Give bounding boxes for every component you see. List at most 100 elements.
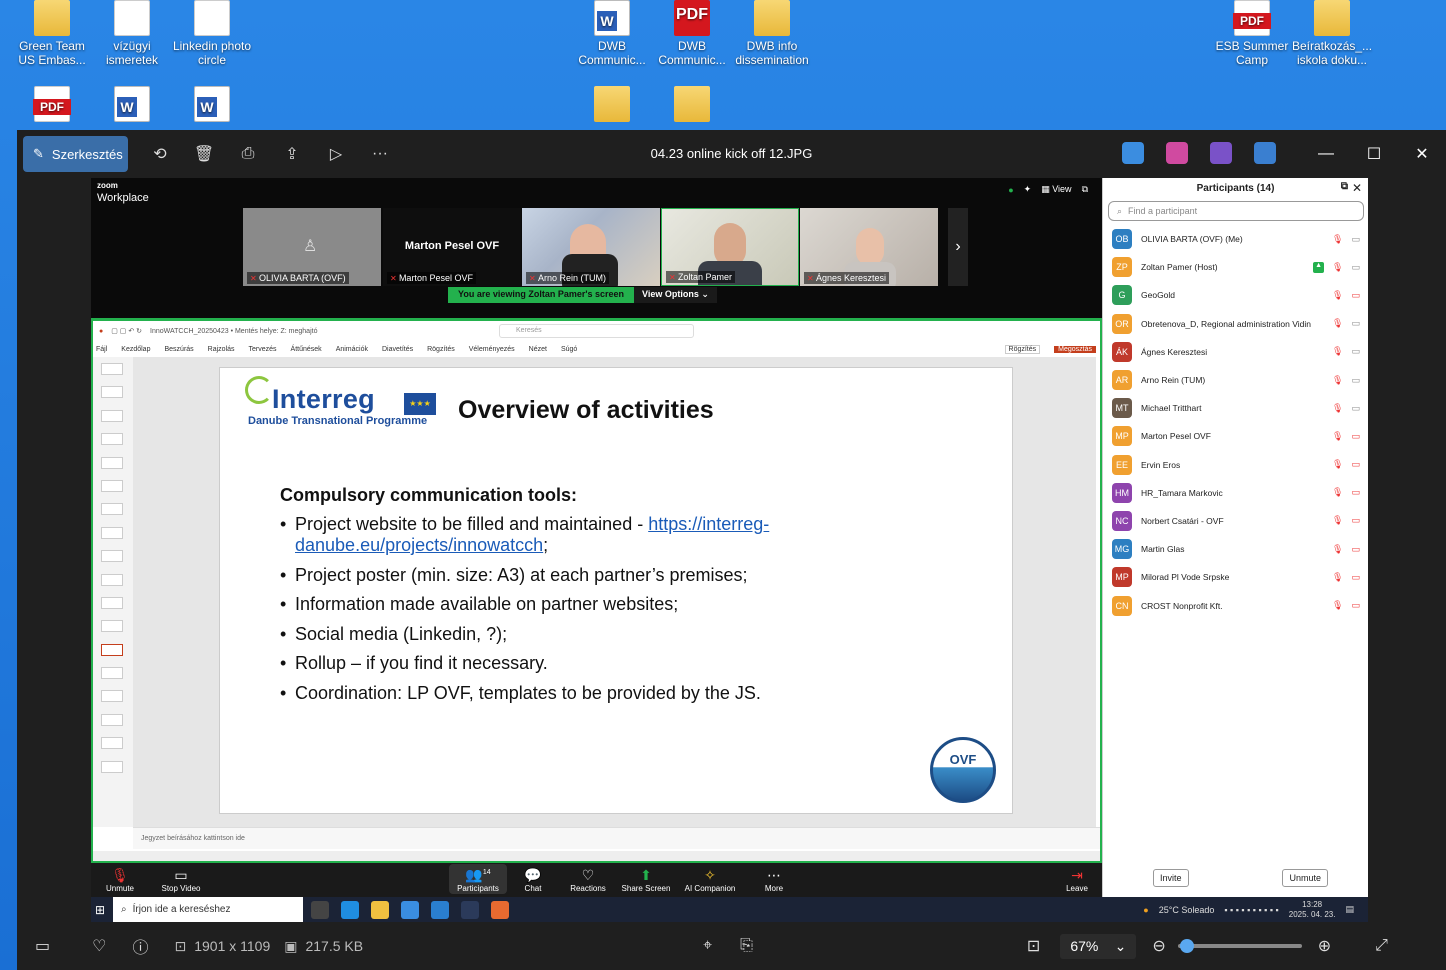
- visual-search-icon[interactable]: ⌖: [703, 937, 712, 955]
- print-icon[interactable]: ⎙: [236, 142, 260, 166]
- desktop-icon-word-2[interactable]: [92, 86, 172, 125]
- text-scan-icon[interactable]: ⎘: [740, 937, 753, 955]
- clock[interactable]: 13:28 2025. 04. 23.: [1289, 900, 1336, 920]
- desktop-icon-green-team[interactable]: Green Team US Embas...: [12, 0, 92, 67]
- ai-companion-button[interactable]: ✧ AI Companion: [675, 866, 745, 894]
- view-options-button[interactable]: View Options ⌄: [634, 287, 717, 303]
- slide-thumb[interactable]: [101, 713, 123, 726]
- participant-row[interactable]: MP Milorad Pl Vode Srpske 🎙 ▭: [1103, 563, 1368, 591]
- ppt-tab[interactable]: Tervezés: [249, 346, 277, 353]
- stop-video-button[interactable]: ▭ Stop Video: [149, 866, 213, 894]
- ppt-tab[interactable]: Fájl: [96, 346, 107, 353]
- ppt-tab[interactable]: Diavetítés: [382, 346, 413, 353]
- desktop-icon-pdf-2[interactable]: [12, 86, 92, 125]
- participant-row[interactable]: MP Marton Pesel OVF 🎙 ▭: [1103, 422, 1368, 450]
- slide-thumb[interactable]: [101, 596, 123, 609]
- ppt-tab[interactable]: Animációk: [336, 346, 368, 353]
- participants-button[interactable]: 👥14 Participants: [449, 864, 507, 894]
- view-button[interactable]: ▦ View: [1041, 184, 1071, 195]
- slide-thumb[interactable]: [101, 760, 123, 773]
- ppt-tab[interactable]: Rögzítés: [427, 346, 455, 353]
- mail-icon[interactable]: [431, 900, 449, 919]
- video-tile-marton[interactable]: Marton Pesel OVF Marton Pesel OVF: [383, 208, 521, 286]
- ppt-search-box[interactable]: Keresés: [499, 324, 694, 338]
- ppt-tab[interactable]: Beszúrás: [164, 346, 193, 353]
- info-icon[interactable]: ⓘ: [132, 934, 148, 958]
- slide-thumb[interactable]: [101, 690, 123, 703]
- participant-row[interactable]: G GeoGold 🎙 ▭: [1103, 281, 1368, 309]
- desktop-icon-folder-2[interactable]: [572, 86, 652, 125]
- slide-thumb[interactable]: [101, 667, 123, 680]
- slide-thumb[interactable]: [101, 433, 123, 446]
- share-icon[interactable]: ⇪: [280, 142, 304, 166]
- participant-row[interactable]: CN CROST Nonprofit Kft. 🎙 ▭: [1103, 591, 1368, 619]
- participant-row[interactable]: MT Michael Tritthart 🎙 ▭: [1103, 394, 1368, 422]
- ppt-tab[interactable]: Rajzolás: [208, 346, 235, 353]
- slide-thumb[interactable]: [101, 550, 123, 563]
- unmute-button[interactable]: 🎙 Unmute: [91, 866, 149, 894]
- ppt-tab[interactable]: Nézet: [529, 346, 547, 353]
- desktop-icon-vizugyi[interactable]: vízügyi ismeretek: [92, 0, 172, 67]
- ppt-record-button[interactable]: Rögzítés: [1004, 344, 1041, 354]
- more-button[interactable]: ⋯ More: [745, 866, 803, 894]
- desktop-icon-dwb-comm-word[interactable]: DWB Communic...: [572, 0, 652, 67]
- zoom-slider[interactable]: [1177, 939, 1302, 953]
- participant-row[interactable]: NC Norbert Csatári - OVF 🎙 ▭: [1103, 507, 1368, 535]
- zoom-slider-thumb[interactable]: [1179, 939, 1194, 953]
- explorer-icon[interactable]: [371, 900, 389, 919]
- fit-screen-icon[interactable]: ⊡: [1027, 936, 1040, 956]
- participant-row[interactable]: ZP Zoltan Pamer (Host) ▲ 🎙 ▭: [1103, 253, 1368, 281]
- desktop-icon-folder-3[interactable]: [652, 86, 732, 125]
- slide-thumb[interactable]: [101, 620, 123, 633]
- slide[interactable]: Interreg Danube Transnational Programme …: [219, 367, 1013, 814]
- desktop-icon-word-3[interactable]: [172, 86, 252, 125]
- slide-thumb-selected[interactable]: [101, 643, 123, 656]
- edge-icon[interactable]: [341, 900, 359, 919]
- ppt-tab[interactable]: Kezdőlap: [121, 346, 150, 353]
- favorite-icon[interactable]: ♡: [92, 936, 106, 956]
- more-options-icon[interactable]: ···: [368, 142, 392, 166]
- gallery-next-button[interactable]: ›: [948, 208, 968, 286]
- participant-row[interactable]: MG Martin Glas 🎙 ▭: [1103, 535, 1368, 563]
- video-tile-agnes[interactable]: Ágnes Keresztesi: [800, 208, 938, 286]
- video-tile-arno[interactable]: Arno Rein (TUM): [522, 208, 660, 286]
- maximize-icon[interactable]: ☐: [1350, 144, 1398, 164]
- ppt-tab[interactable]: Súgó: [561, 346, 577, 353]
- participant-row[interactable]: AR Arno Rein (TUM) 🎙 ▭: [1103, 366, 1368, 394]
- zoom-app-icon[interactable]: [461, 900, 479, 919]
- invite-button[interactable]: Invite: [1153, 869, 1189, 887]
- notifications-icon[interactable]: ▤: [1345, 904, 1354, 915]
- designer-icon[interactable]: [1122, 142, 1144, 164]
- participant-row[interactable]: EE Ervin Eros 🎙 ▭: [1103, 451, 1368, 479]
- popout-icon[interactable]: ⧉: [1341, 181, 1348, 192]
- slide-thumb[interactable]: [101, 456, 123, 469]
- slide-thumb[interactable]: [101, 573, 123, 586]
- close-icon[interactable]: ✕: [1352, 181, 1362, 195]
- participant-row[interactable]: ÁK Ágnes Keresztesi 🎙 ▭: [1103, 338, 1368, 366]
- photos-app-icon[interactable]: [1210, 142, 1232, 164]
- clipchamp-icon[interactable]: [1166, 142, 1188, 164]
- share-screen-button[interactable]: ⬆ Share Screen: [617, 866, 675, 894]
- slide-thumb[interactable]: [101, 363, 123, 375]
- slide-thumb[interactable]: [101, 479, 123, 492]
- video-tile-zoltan[interactable]: Zoltan Pamer: [661, 208, 799, 286]
- rotate-icon[interactable]: ⟲: [148, 142, 172, 166]
- slideshow-icon[interactable]: ▷: [324, 142, 348, 166]
- fullscreen-icon[interactable]: ⧉: [1082, 184, 1088, 195]
- zoom-in-icon[interactable]: ⊕: [1318, 936, 1331, 956]
- desktop-icon-esb-summer[interactable]: ESB Summer Camp: [1212, 0, 1292, 67]
- desktop-icon-linkedin-photo[interactable]: Linkedin photo circle: [172, 0, 252, 67]
- zoom-out-icon[interactable]: ⊖: [1152, 936, 1165, 956]
- ppt-tab[interactable]: Áttűnések: [291, 346, 322, 353]
- zoom-level-select[interactable]: 67% ⌄: [1060, 933, 1137, 959]
- ppt-share-button[interactable]: Megosztás: [1054, 345, 1096, 353]
- desktop-icon-dwb-comm-pdf[interactable]: DWB Communic...: [652, 0, 732, 67]
- taskbar-search[interactable]: ⌕ Írjon ide a kereséshez: [113, 897, 303, 922]
- slide-thumb[interactable]: [101, 526, 123, 539]
- slide-thumb[interactable]: [101, 737, 123, 750]
- filmstrip-icon[interactable]: ▭: [35, 936, 50, 956]
- task-view-icon[interactable]: [311, 900, 329, 919]
- firefox-icon[interactable]: [491, 900, 509, 919]
- participant-row[interactable]: HM HR_Tamara Markovic 🎙 ▭: [1103, 479, 1368, 507]
- fullscreen-icon[interactable]: ⤢: [1375, 937, 1388, 955]
